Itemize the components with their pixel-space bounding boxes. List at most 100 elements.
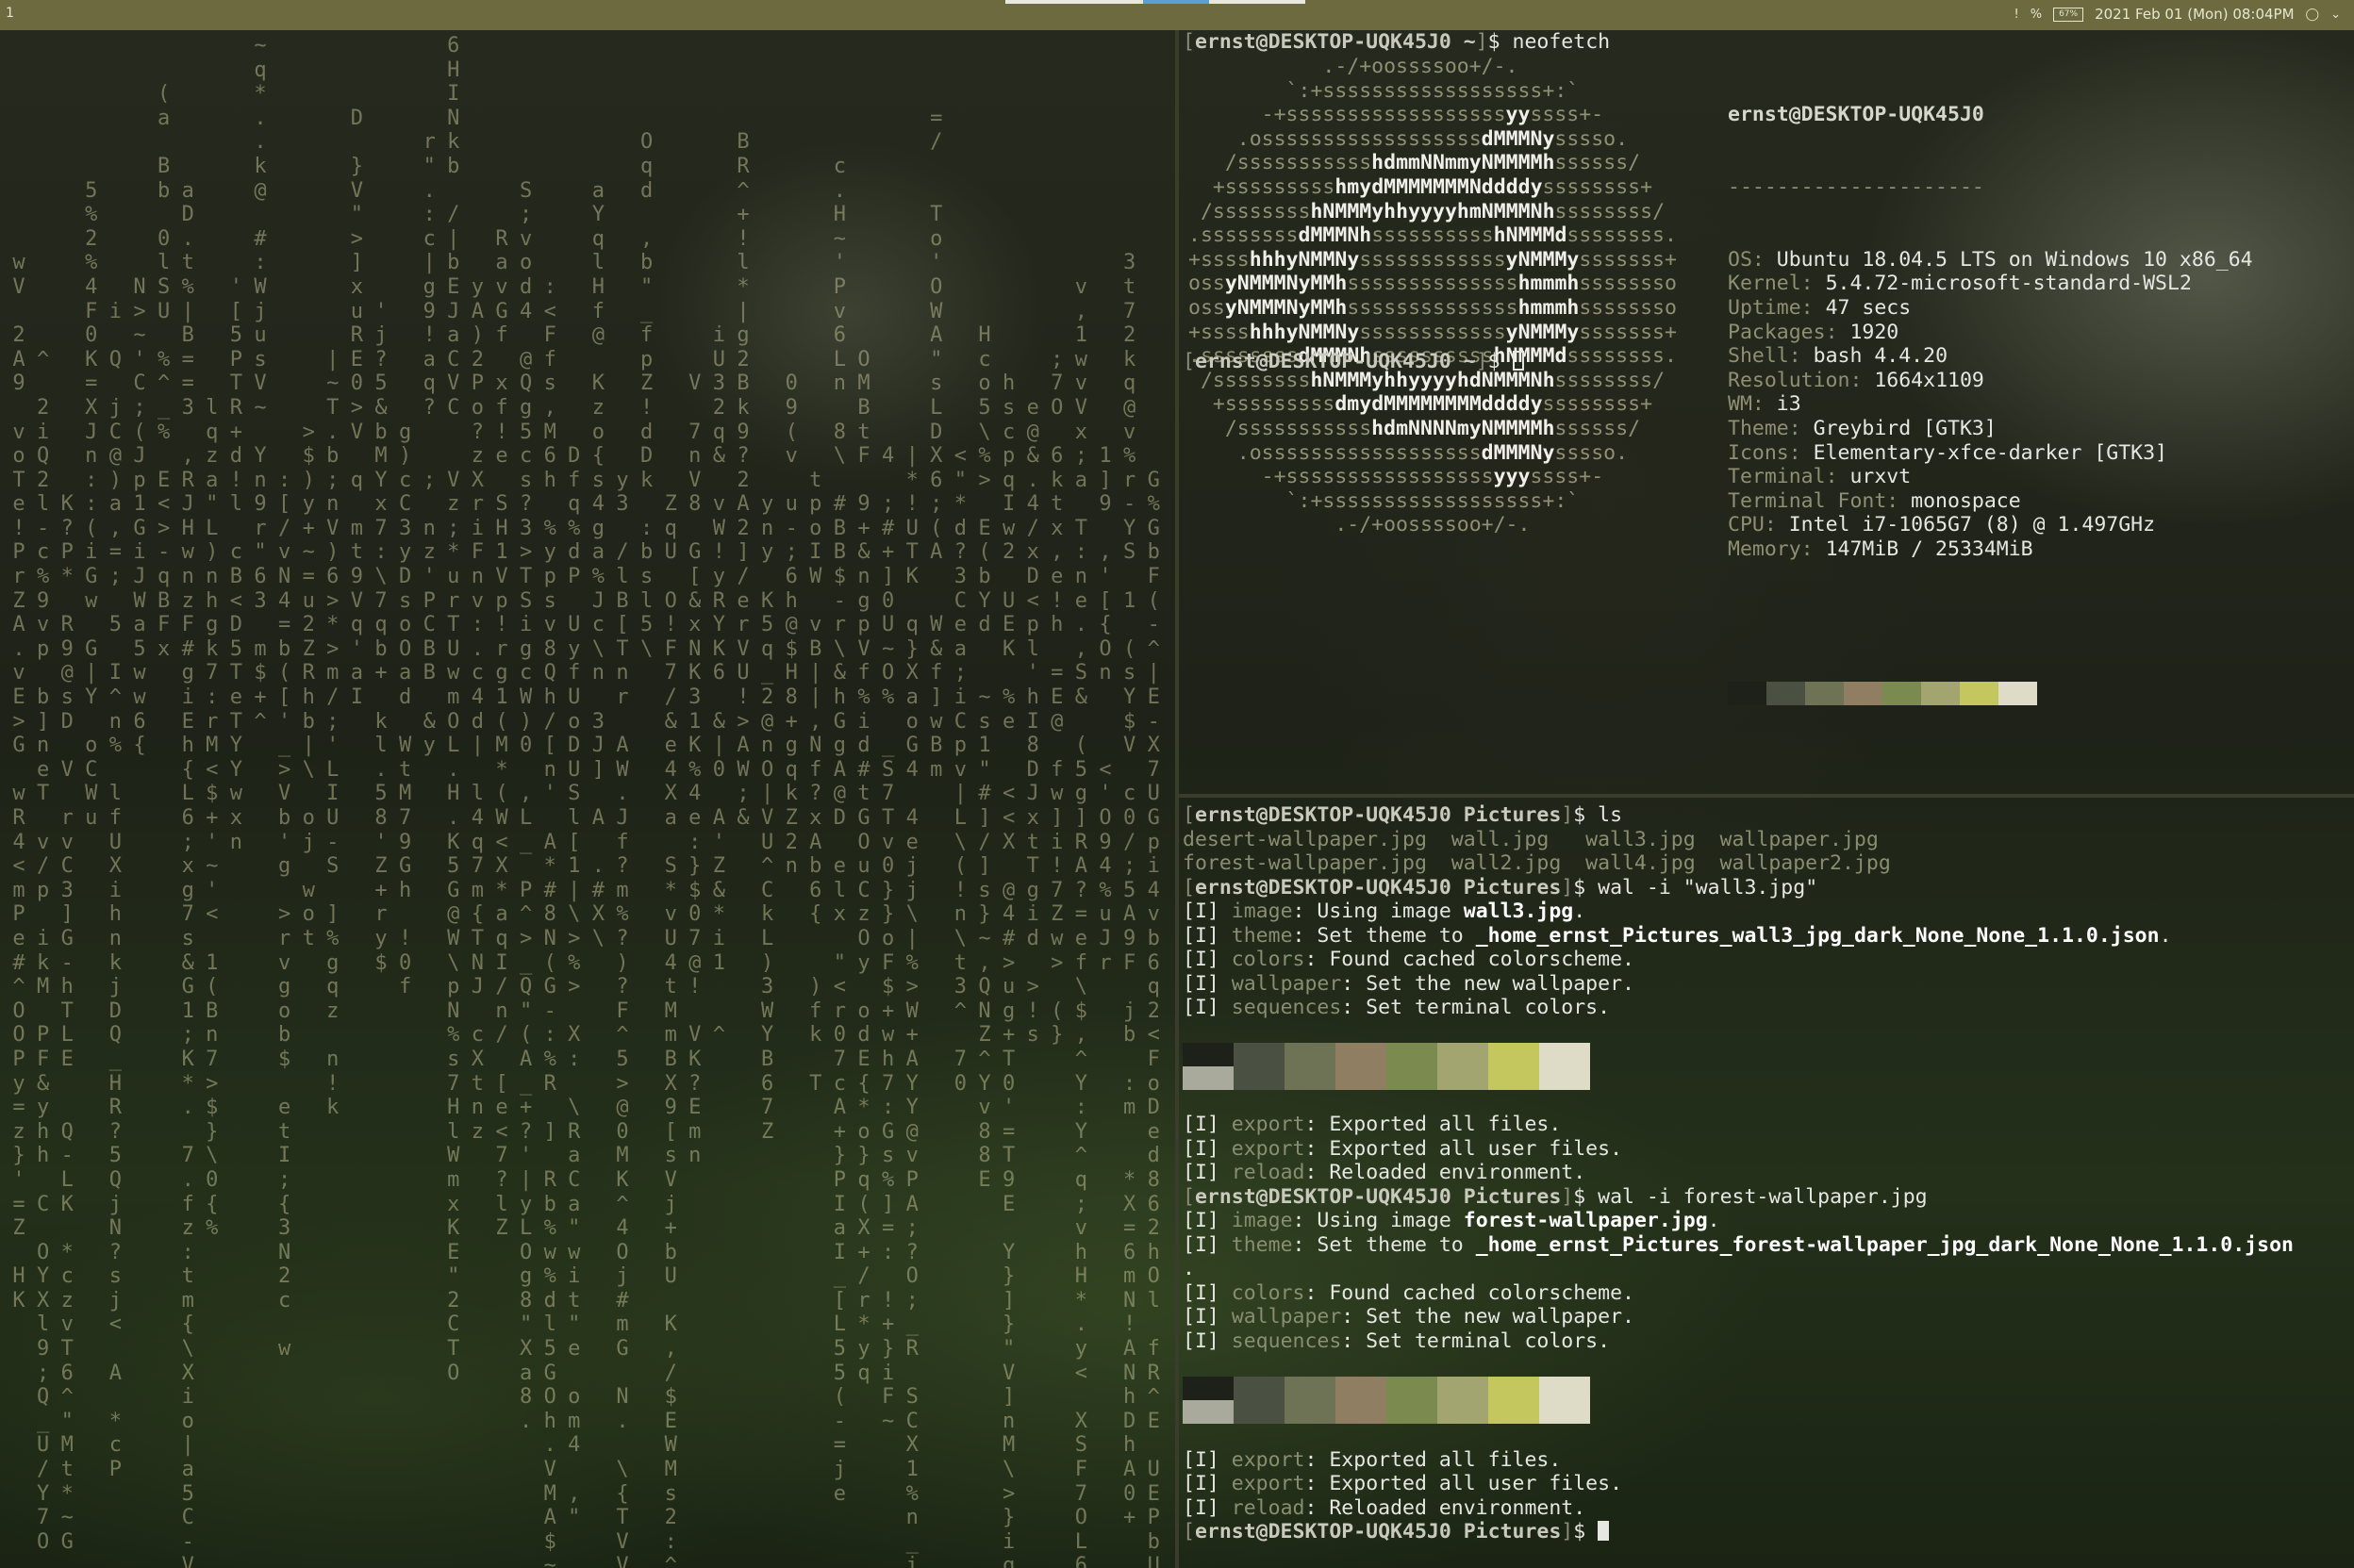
info-key: Terminal Font: [1728, 488, 1887, 513]
cursor: [1598, 1521, 1610, 1541]
color-swatch: [1539, 1043, 1590, 1090]
matrix-rain-column: r " . : c | g 9 ! a q ? ; n z ' P C B B …: [423, 130, 436, 758]
matrix-rain-column: ; 7 O 6 k t x , e ! h = E @ f w ] i ! 7 …: [1051, 347, 1064, 1048]
matrix-rain-column: c . H ~ ' P v 6 L n 8 \ # B B $ - r \ & …: [833, 154, 847, 1506]
info-value: 5.4.72-microsoft-standard-WSL2: [1825, 272, 2192, 296]
color-swatch: [1728, 681, 1766, 705]
logo-line: .-/+oossssoo+/-.: [1188, 55, 1518, 78]
info-rule: ---------------------: [1728, 174, 1984, 199]
matrix-rain-column: : < F f s , M 6 h % y p s v 8 Q h / [ n …: [543, 274, 556, 1568]
info-row: Theme: Greybird [GTK3]: [1728, 416, 1997, 440]
color-swatch: [1234, 1043, 1285, 1090]
matrix-rain-column: G % G b F ( - ^ | E - X 7 U G p i 4 v b …: [1147, 468, 1160, 1568]
logo-line: +sssshhhyNMMNyssssssssssssyNMMMysssssss+: [1188, 247, 1677, 272]
matrix-rain-column: ' j ? 5 & b M Y x 7 : \ 7 q b + k l . 5 …: [374, 299, 388, 975]
globe-icon[interactable]: ◯: [2306, 8, 2320, 22]
matrix-rain-column: : [ / v N 4 = b ( [ ' _ > V b ' g > r v …: [277, 468, 291, 1362]
logo-line: /ssssssssssshdmmNNmmyNMMMMhssssss/: [1188, 151, 1641, 175]
matrix-rain-column: Z q U O ! F 7 / & e 4 X a S * v U 4 t M …: [664, 492, 677, 1568]
matrix-rain-column: S ; v o d 4 @ Q g 5 c s ? 3 > T S i g c …: [519, 178, 533, 1433]
info-key: Memory: [1728, 536, 1801, 561]
cursor: [1512, 351, 1524, 371]
matrix-rain-column: 5 % 2 % 4 F 0 K = X J n : : ( i G w G | …: [85, 178, 98, 830]
color-swatch: [1437, 1043, 1488, 1090]
matrix-rain-column: i U 3 2 q & v W ! y R Y K 6 & | 0 A ' Z …: [712, 323, 726, 1048]
color-swatch: [1539, 1377, 1590, 1424]
color-swatch: [1335, 1043, 1386, 1090]
matrix-rain-column: 1 ] 9 , ' [ { O n < ' O 9 4 % u J r: [1099, 444, 1112, 975]
wal-log-line: [I] export: Exported all files.: [1183, 1113, 1562, 1136]
color-swatch: [1766, 681, 1805, 705]
matrix-rain-column: < " * d ? 3 C e a ; i C p v | L \ ( ! n …: [953, 444, 968, 1096]
logo-line: -+ssssssssssssssssssyyssss+-: [1188, 103, 1604, 127]
wal-log-line: [I] image: Using image wall3.jpg.: [1183, 900, 1586, 923]
color-swatch: [1386, 1377, 1437, 1424]
wal-log-line: [I] colors: Found cached colorscheme.: [1183, 1281, 1634, 1305]
matrix-rain-column: l q z a " L ) n h g k 7 : r M < $ + ' ~ …: [206, 395, 219, 1241]
logo-line: ossyNMMMNyMMhsssssssssssssshmmmhssssssso: [1188, 272, 1677, 296]
info-row: OS: Ubuntu 18.04.5 LTS on Windows 10 x86…: [1728, 247, 2253, 272]
matrix-rain-column: R a v G f x f ! e S H 1 V p ! r g 1 ( M …: [495, 226, 508, 1241]
prompt-line: [ernst@DESKTOP-UQK45J0 Pictures]$ wal -i…: [1183, 1185, 1928, 1209]
info-row: WM: i3: [1728, 392, 1801, 417]
info-row: Uptime: 47 secs: [1728, 295, 1912, 320]
ls-output-row: desert-wallpaper.jpg wall.jpg wall3.jpg …: [1183, 828, 1879, 851]
color-swatch: [1960, 681, 1998, 705]
color-swatch: [1183, 1377, 1234, 1424]
matrix-rain-column: a Y q l H f @ K z o { s 4 g a % J c \ n …: [591, 178, 605, 950]
matrix-rain-column: i Q j C @ ) a , = ; 5 I ^ n % l f U X i …: [108, 299, 123, 1482]
info-key: Uptime: [1728, 295, 1801, 320]
terminal-left-matrix[interactable]: w V 2 A 9 v o T e ! P r Z A . v E > G w …: [0, 30, 1175, 1568]
matrix-rain-column: | ~ T . b ; n V ) 6 > * > m / ; ' L I U …: [326, 347, 340, 1120]
network-icon[interactable]: %: [2031, 8, 2042, 22]
clock[interactable]: 2021 Feb 01 (Mon) 08:04PM: [2095, 6, 2294, 23]
workspace-indicator[interactable]: 1: [6, 6, 14, 21]
command-text: neofetch: [1512, 30, 1611, 54]
info-key: Theme: [1728, 416, 1789, 440]
matrix-rain-column: D f q % d P U y f U o D U S l [ 1 | \ > …: [568, 444, 581, 1530]
notification-icon[interactable]: !: [2014, 8, 2019, 22]
logo-line: ossyNMMMNyMMhsssssssssssssshmmmhssssssso: [1188, 295, 1677, 320]
window-tab-indicator[interactable]: [1209, 0, 1305, 4]
window-tab-indicator[interactable]: [1005, 0, 1143, 4]
info-value: urxvt: [1849, 465, 1912, 489]
wal-log-line: [I] export: Exported all files.: [1183, 1448, 1562, 1472]
matrix-rain-column: V 7 n V 8 G [ & x N K 3 1 K % 4 e : } $ …: [688, 371, 702, 1168]
wal-log-line: [I] wallpaper: Set the new wallpaper.: [1183, 972, 1634, 996]
info-key: CPU: [1728, 513, 1765, 537]
matrix-rain-column: e @ & . 4 / x D < p l ' h I 8 D J x t T …: [1026, 395, 1039, 1048]
matrix-rain-column: K ? P * R 9 @ s D V r v C 3 ] G - h T L …: [60, 492, 74, 1554]
logo-line: +sssssssssdmydMMMMMMMMddddyssssssss+: [1188, 392, 1653, 417]
color-swatch: [1335, 1377, 1386, 1424]
battery-icon[interactable]: 67%: [2053, 7, 2084, 22]
terminal-neofetch[interactable]: [ernst@DESKTOP-UQK45J0 ~]$ neofetch .-/+…: [1179, 30, 2354, 794]
terminal-pywal[interactable]: [ernst@DESKTOP-UQK45J0 Pictures]$ ls des…: [1179, 798, 2354, 1568]
ubuntu-ascii-logo: .-/+oossssoo+/-. `:+ssssssssssssssssss+:…: [1188, 55, 1677, 537]
info-row: Packages: 1920: [1728, 320, 1899, 344]
info-row: Terminal: urxvt: [1728, 465, 1912, 489]
wal-log-line: [I] theme: Set theme to _home_ernst_Pict…: [1183, 1233, 2294, 1257]
wal-log-line: [I] reload: Reloaded environment.: [1183, 1496, 1586, 1520]
color-swatch: [1921, 681, 1960, 705]
focused-window-tab-indicator[interactable]: [1143, 0, 1209, 4]
color-swatch: [1183, 1043, 1234, 1090]
info-row: Terminal Font: monospace: [1728, 488, 2021, 513]
matrix-rain-column: t p o I W v B | | , N f ? x A b 6 { ) f …: [809, 468, 822, 1096]
logo-line: .ossssssssssssssssssdMMMNysssso.: [1188, 126, 1629, 151]
neofetch-color-palette: [1728, 681, 2253, 705]
chevron-down-icon[interactable]: ⌄: [2330, 8, 2341, 22]
color-swatch: [1882, 681, 1921, 705]
logo-line: `:+ssssssssssssssssss+:`: [1188, 78, 1580, 103]
info-value: 147MiB / 25334MiB: [1825, 536, 2033, 561]
wal-log-line: [I] reload: Reloaded environment.: [1183, 1161, 1586, 1184]
matrix-rain-column: O M B t F 9 + & n g p V f % i d # t G O …: [857, 347, 870, 1385]
logo-line: .-/+oossssoo+/-.: [1188, 513, 1531, 537]
wal-color-palette: [1183, 1043, 1590, 1090]
prompt-line: [ernst@DESKTOP-UQK45J0 Pictures]$: [1183, 1520, 1610, 1544]
matrix-rain-column: D } V " > ] x u R E 0 > V q m t 9 V q ' …: [350, 106, 364, 710]
color-swatch: [1437, 1377, 1488, 1424]
wal-log-line: [I] colors: Found cached colorscheme.: [1183, 948, 1634, 971]
logo-line: +sssshhhyNMMNyssssssssssssyNMMMysssssss+: [1188, 320, 1677, 344]
wal-log-line: [I] sequences: Set terminal colors.: [1183, 996, 1611, 1019]
info-value: Ubuntu 18.04.5 LTS on Windows 10 x86_64: [1776, 247, 2253, 272]
